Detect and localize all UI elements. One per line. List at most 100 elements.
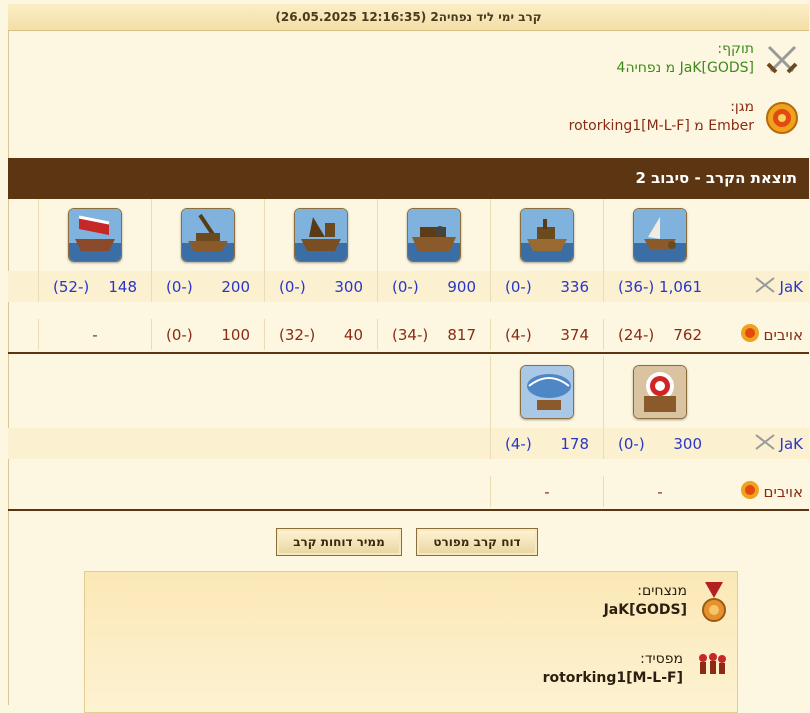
own-unit-cell: 148 (-52) — [38, 271, 151, 302]
medal-icon — [699, 582, 729, 630]
unit-loss: (-0) — [618, 434, 645, 453]
unit-count: 817 — [447, 325, 476, 344]
unit-cell — [490, 199, 603, 271]
unit-loss: (-36) — [618, 277, 655, 296]
detailed-report-button[interactable]: דוח קרב מפורט — [416, 528, 538, 556]
own-label-cell: JaK — [716, 271, 809, 302]
unit-cell — [264, 199, 377, 271]
unit-cell — [377, 199, 490, 271]
ship-unit-icon[interactable] — [68, 208, 122, 262]
unit-count: 900 — [447, 277, 476, 296]
own-unit-cell: 336 (-0) — [490, 271, 603, 302]
battle-summary: מנצחים: JaK[GODS] מפסיד: rotorking1[M-L-… — [84, 571, 738, 713]
unit-loss: (-0) — [279, 277, 306, 296]
ship-unit-icon[interactable] — [633, 208, 687, 262]
attacker-name: JaK[GODS] מ נפחיה4 — [616, 60, 754, 76]
unit-loss: (-4) — [505, 434, 532, 453]
crossed-swords-icon — [762, 40, 802, 80]
unit-loss: (-24) — [618, 325, 655, 344]
unit-cell — [603, 199, 716, 271]
enemy-unit-cell: 762 (-24) — [603, 319, 716, 350]
unit-loss: (-0) — [505, 277, 532, 296]
enemy-label-cell: אויבים — [716, 319, 809, 350]
unit-count: 762 — [673, 325, 702, 344]
unit-images-row — [8, 356, 809, 428]
soldiers-icon — [695, 650, 729, 684]
own-units-row: JaK 300 (-0) 178 (-4) — [8, 428, 809, 459]
ship-unit-icon[interactable] — [181, 208, 235, 262]
loser-name: rotorking1[M-L-F] — [542, 670, 683, 686]
loser-label: מפסיד: — [640, 651, 683, 667]
ship-unit-icon[interactable] — [633, 365, 687, 419]
own-unit-cell: 178 (-4) — [490, 428, 603, 459]
enemy-unit-cell: - — [38, 319, 151, 350]
loser-block: מפסיד: rotorking1[M-L-F] — [543, 650, 729, 688]
defender-name: Ember מ rotorking1[M-L-F] — [568, 118, 754, 134]
unit-count: 374 — [560, 325, 589, 344]
own-unit-cell: 300 (-0) — [603, 428, 716, 459]
unit-count: 178 — [560, 434, 589, 453]
attacker-block: תוקף: JaK[GODS] מ נפחיה4 — [617, 40, 802, 80]
unit-loss: (-4) — [505, 325, 532, 344]
unit-loss: (-34) — [392, 325, 429, 344]
defender-block: מגן: Ember מ rotorking1[M-L-F] — [569, 98, 802, 138]
section-divider — [8, 352, 809, 354]
own-units-row: JaK 1,061 (-36) 336 (-0) 900 (-0) 300 (-0) 2… — [8, 271, 809, 302]
unit-cell — [603, 356, 716, 428]
unit-loss: (-0) — [166, 325, 193, 344]
unit-count: 100 — [221, 325, 250, 344]
ship-unit-icon[interactable] — [520, 208, 574, 262]
unit-count: 148 — [108, 277, 137, 296]
unit-cell — [490, 356, 603, 428]
ship-unit-icon[interactable] — [407, 208, 461, 262]
unit-cell — [38, 199, 151, 271]
winners-label: מנצחים: — [637, 583, 687, 599]
enemy-unit-cell: 100 (-0) — [151, 319, 264, 350]
report-title: קרב ימי ליד נפחיה2 (12:16:35 26.05.2025) — [8, 4, 809, 31]
report-converter-button[interactable]: ממיר דוחות קרב — [276, 528, 402, 556]
shield-icon — [740, 480, 760, 504]
unit-count: 300 — [673, 434, 702, 453]
section-divider — [8, 509, 809, 511]
unit-count: - — [544, 482, 550, 501]
own-label[interactable]: JaK — [780, 278, 803, 296]
winners-block: מנצחים: JaK[GODS] — [604, 582, 729, 630]
defender-label: מגן: — [730, 99, 754, 115]
unit-loss: (-32) — [279, 325, 316, 344]
unit-count: 1,061 — [659, 277, 702, 296]
enemy-units-row: אויבים - - — [8, 476, 809, 507]
unit-count: - — [657, 482, 663, 501]
unit-loss: (-0) — [392, 277, 419, 296]
enemy-unit-cell: 40 (-32) — [264, 319, 377, 350]
unit-loss: (-52) — [53, 277, 90, 296]
own-label-cell: JaK — [716, 428, 809, 459]
own-unit-cell: 1,061 (-36) — [603, 271, 716, 302]
unit-loss: (-0) — [166, 277, 193, 296]
unit-count: 300 — [334, 277, 363, 296]
ship-unit-icon[interactable] — [520, 365, 574, 419]
enemy-unit-cell: - — [490, 476, 603, 507]
attacker-label: תוקף: — [717, 41, 754, 57]
ship-unit-icon[interactable] — [294, 208, 348, 262]
unit-cell — [151, 199, 264, 271]
unit-count: 200 — [221, 277, 250, 296]
unit-count: 40 — [343, 325, 363, 344]
enemy-units-row: אויבים 762 (-24) 374 (-4) 817 (-34) 40 (-32)… — [8, 319, 809, 350]
enemy-unit-cell: - — [603, 476, 716, 507]
own-label[interactable]: JaK — [780, 435, 803, 453]
shield-icon — [762, 98, 802, 138]
own-unit-cell: 300 (-0) — [264, 271, 377, 302]
unit-count: 336 — [560, 277, 589, 296]
shield-icon — [740, 323, 760, 347]
enemy-label: אויבים — [763, 482, 803, 501]
own-unit-cell: 200 (-0) — [151, 271, 264, 302]
crossed-swords-icon — [754, 433, 776, 455]
unit-count: - — [92, 325, 98, 344]
crossed-swords-icon — [754, 276, 776, 298]
round-banner: תוצאת הקרב - סיבוב 2 — [8, 158, 809, 199]
own-unit-cell: 900 (-0) — [377, 271, 490, 302]
enemy-unit-cell: 374 (-4) — [490, 319, 603, 350]
enemy-label-cell: אויבים — [716, 476, 809, 507]
winners-name: JaK[GODS] — [603, 602, 687, 618]
enemy-label: אויבים — [763, 325, 803, 344]
